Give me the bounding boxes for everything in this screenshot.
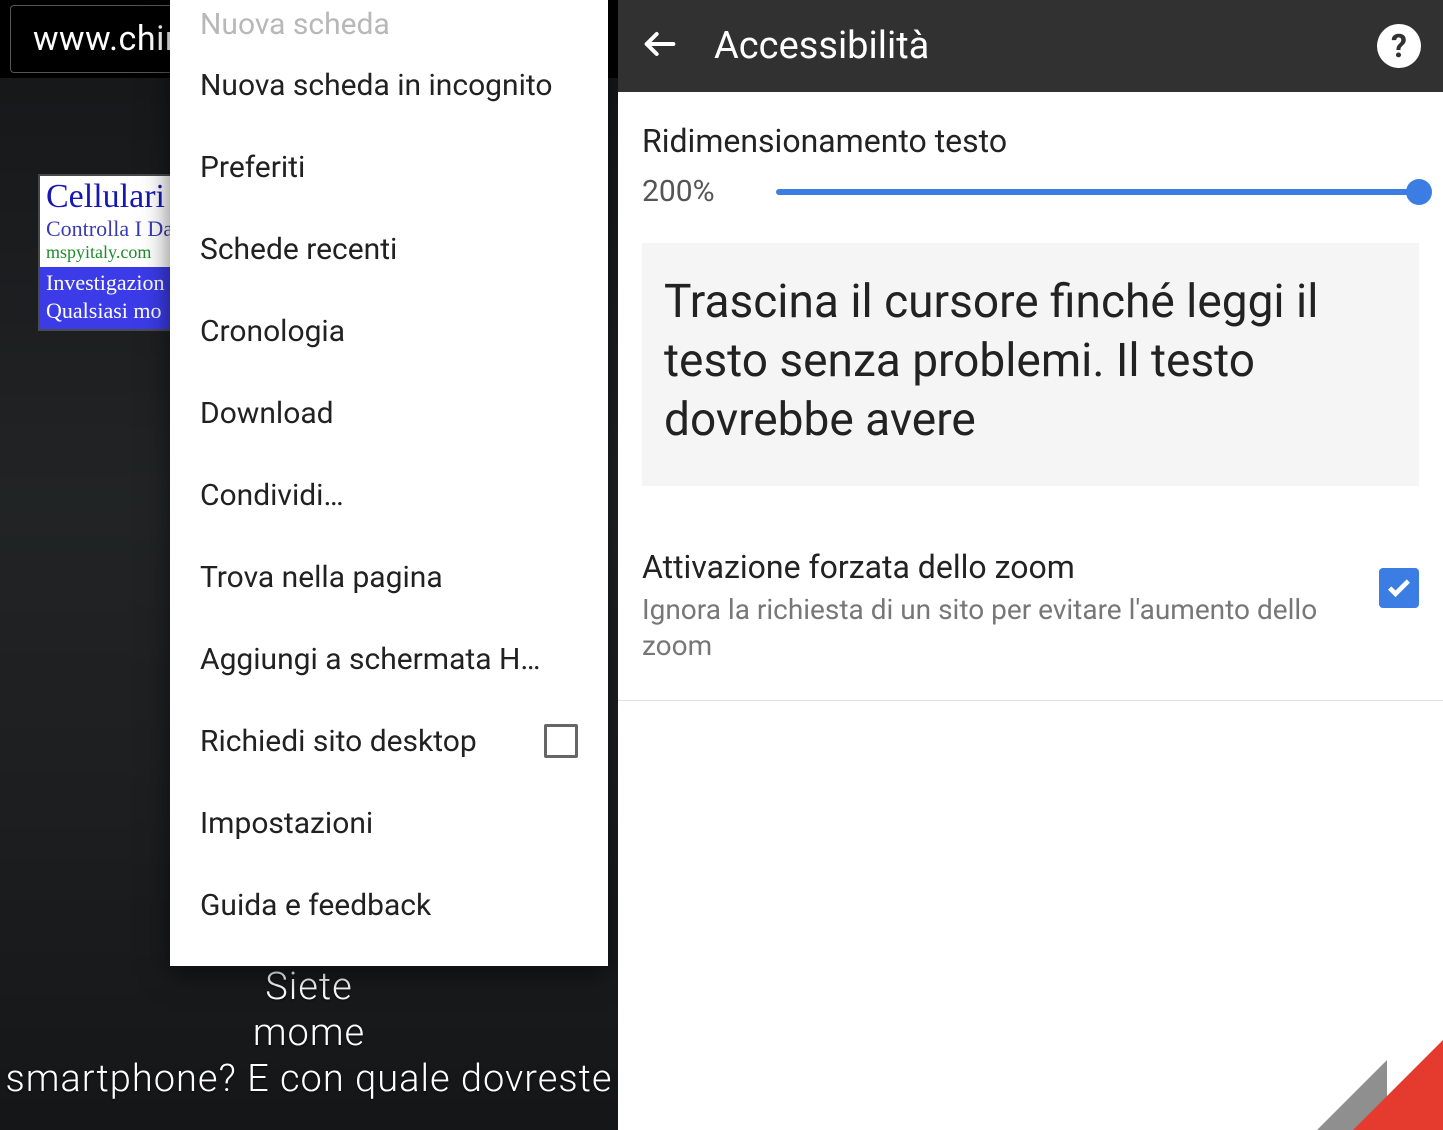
menu-item-find[interactable]: Trova nella pagina — [170, 536, 608, 618]
divider — [618, 700, 1443, 701]
help-button[interactable]: ? — [1377, 24, 1421, 68]
force-zoom-title: Attivazione forzata dello zoom — [642, 548, 1355, 586]
menu-item-new-tab[interactable]: Nuova scheda — [170, 4, 608, 44]
menu-item-desktop-site[interactable]: Richiedi sito desktop — [170, 700, 608, 782]
menu-item-downloads[interactable]: Download — [170, 372, 608, 454]
force-zoom-subtitle: Ignora la richiesta di un sito per evita… — [642, 592, 1355, 665]
menu-item-history[interactable]: Cronologia — [170, 290, 608, 372]
arrow-left-icon — [640, 24, 680, 64]
checkbox-empty-icon[interactable] — [544, 724, 578, 758]
text-scaling-label: Ridimensionamento testo — [642, 122, 1419, 160]
menu-item-add-homescreen[interactable]: Aggiungi a schermata H… — [170, 618, 608, 700]
menu-item-help[interactable]: Guida e feedback — [170, 864, 608, 946]
menu-item-incognito[interactable]: Nuova scheda in incognito — [170, 44, 608, 126]
text-scaling-slider[interactable] — [776, 189, 1419, 195]
text-scaling-section: Ridimensionamento testo 200% — [618, 92, 1443, 209]
overflow-menu: Nuova scheda Nuova scheda in incognito P… — [170, 0, 608, 966]
text-preview: Trascina il cursore finché leggi il test… — [642, 243, 1419, 486]
force-zoom-row[interactable]: Attivazione forzata dello zoom Ignora la… — [642, 548, 1419, 665]
right-screenshot: Accessibilità ? Ridimensionamento testo … — [618, 0, 1443, 1130]
left-screenshot: www.chin Cellulari Controlla I Dat mspyi… — [0, 0, 618, 1130]
menu-item-share[interactable]: Condividi… — [170, 454, 608, 536]
question-icon: ? — [1391, 27, 1407, 65]
toolbar-title: Accessibilità — [714, 24, 1343, 68]
menu-item-settings[interactable]: Impostazioni — [170, 782, 608, 864]
url-text: www.chin — [33, 19, 184, 59]
back-button[interactable] — [640, 24, 680, 68]
site-logo — [1293, 1040, 1443, 1130]
force-zoom-checkbox[interactable] — [1379, 568, 1419, 608]
menu-item-recent-tabs[interactable]: Schede recenti — [170, 208, 608, 290]
check-icon — [1385, 574, 1413, 602]
settings-toolbar: Accessibilità ? — [618, 0, 1443, 92]
slider-thumb-icon[interactable] — [1406, 179, 1432, 205]
text-scaling-value: 200% — [642, 174, 736, 209]
menu-item-bookmarks[interactable]: Preferiti — [170, 126, 608, 208]
